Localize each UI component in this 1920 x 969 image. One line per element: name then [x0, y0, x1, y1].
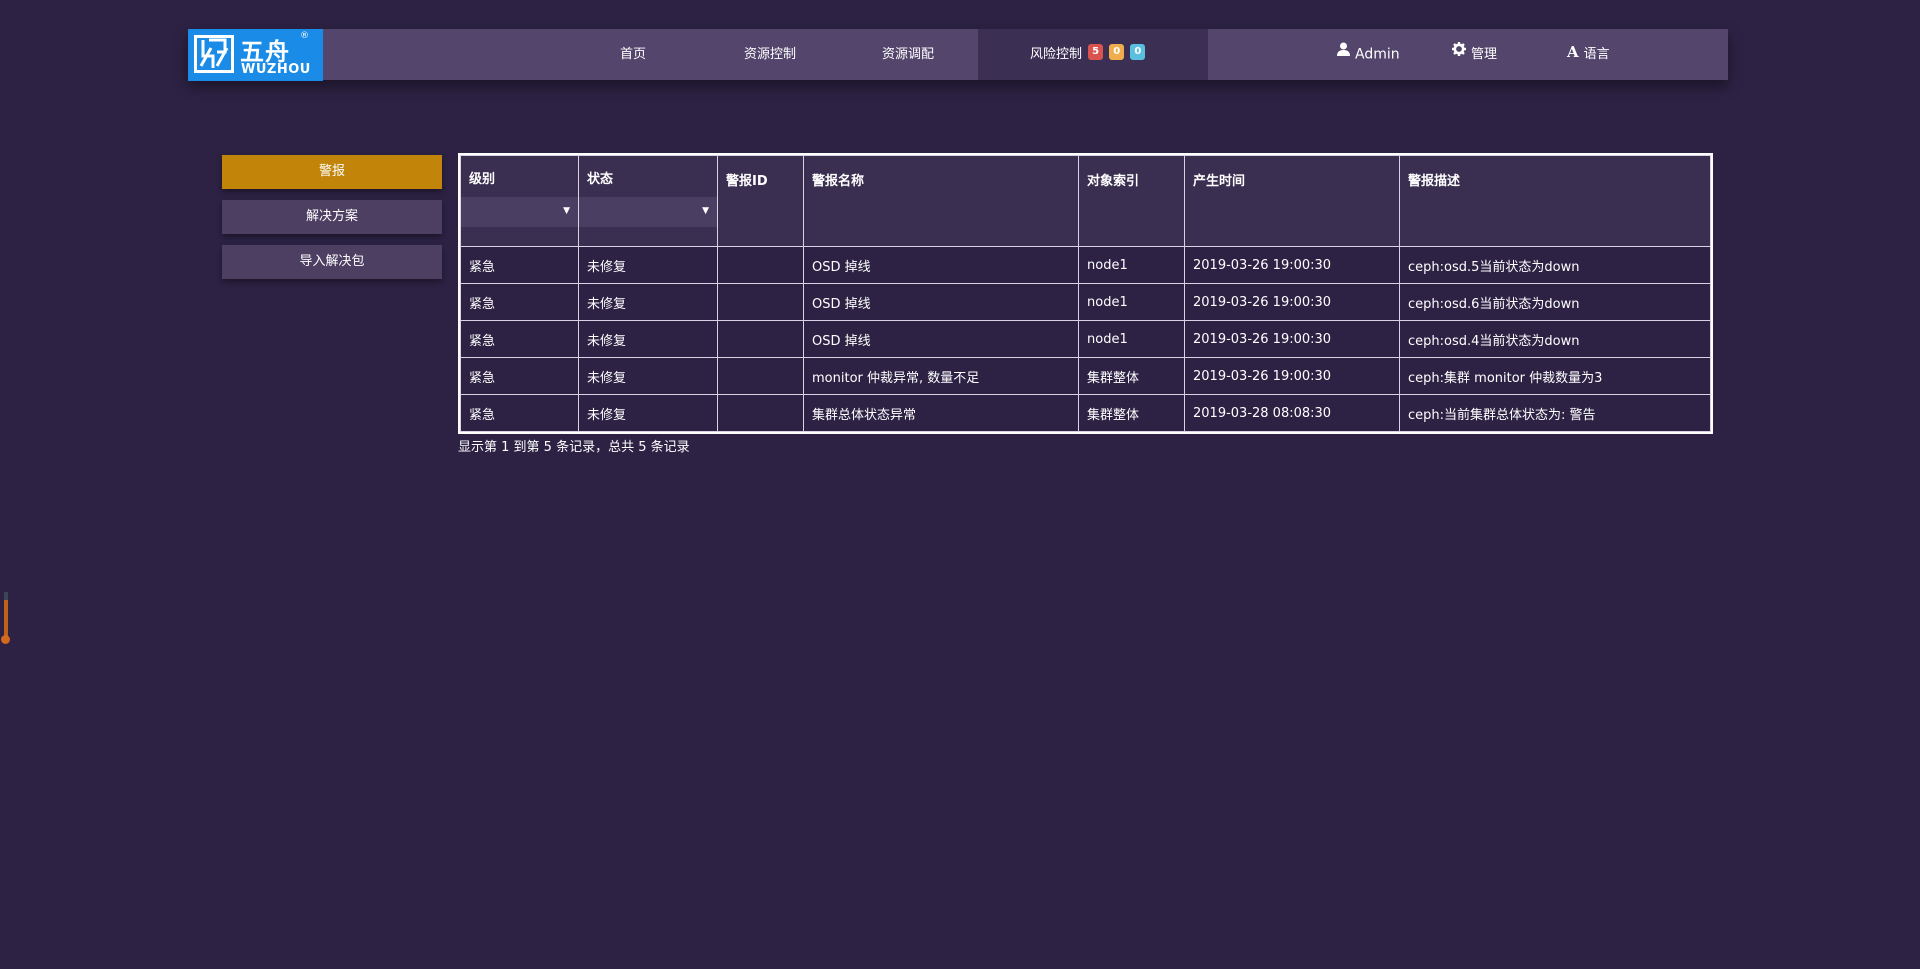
column-header-alarm-description[interactable]: 警报描述 [1399, 155, 1711, 247]
cell-level: 紧急 [460, 283, 579, 321]
column-header-status: 状态 ▼ [578, 155, 718, 247]
cell-alarm-id [717, 283, 804, 321]
alarm-count-badge-info: 0 [1130, 43, 1146, 60]
cell-alarm-name: 集群总体状态异常 [803, 394, 1079, 432]
slider-fill [4, 600, 8, 640]
cell-alarm-id [717, 320, 804, 358]
sidebar-item-solutions[interactable]: 解决方案 [222, 200, 442, 234]
nav-user-admin[interactable]: Admin [1337, 29, 1400, 80]
status-filter-select[interactable]: ▼ [579, 197, 717, 227]
dropdown-arrow-icon: ▼ [702, 206, 709, 216]
cell-status: 未修复 [578, 320, 718, 358]
cell-created-time: 2019-03-26 19:00:30 [1184, 320, 1400, 358]
nav-risk-control-label: 风险控制 [1030, 47, 1083, 62]
slider-knob[interactable] [1, 635, 10, 644]
nav-resource-schedule[interactable]: 资源调配 [882, 29, 934, 80]
column-header-alarm-id[interactable]: 警报ID [717, 155, 804, 247]
cell-object-index: 集群整体 [1078, 394, 1185, 432]
cell-object-index: node1 [1078, 283, 1185, 321]
cell-level: 紧急 [460, 320, 579, 358]
cell-object-index: 集群整体 [1078, 357, 1185, 395]
cell-created-time: 2019-03-26 19:00:30 [1184, 357, 1400, 395]
cell-created-time: 2019-03-28 08:08:30 [1184, 394, 1400, 432]
cell-object-index: node1 [1078, 320, 1185, 358]
alarm-count-badge-critical: 5 [1088, 43, 1104, 60]
column-header-level-label: 级别 [469, 172, 496, 187]
cell-status: 未修复 [578, 246, 718, 284]
logo-registered-mark: ® [300, 31, 309, 41]
gear-icon [1452, 27, 1466, 78]
column-header-alarm-name[interactable]: 警报名称 [803, 155, 1079, 247]
sidebar-item-alarms[interactable]: 警报 [222, 155, 442, 189]
cell-alarm-description: ceph:当前集群总体状态为: 警告 [1399, 394, 1711, 432]
cell-alarm-id [717, 246, 804, 284]
nav-manage[interactable]: 管理 [1452, 29, 1497, 80]
user-name: Admin [1355, 46, 1400, 63]
column-header-created-time[interactable]: 产生时间 [1184, 155, 1400, 247]
cell-alarm-name: monitor 仲裁异常, 数量不足 [803, 357, 1079, 395]
column-header-level: 级别 ▼ [460, 155, 579, 247]
table-row[interactable]: 紧急 未修复 集群总体状态异常 集群整体 2019-03-28 08:08:30… [460, 394, 1711, 432]
table-row[interactable]: 紧急 未修复 OSD 掉线 node1 2019-03-26 19:00:30 … [460, 320, 1711, 358]
nav-language-label: 语言 [1583, 47, 1610, 62]
cell-status: 未修复 [578, 394, 718, 432]
column-header-object-index[interactable]: 对象索引 [1078, 155, 1185, 247]
alarm-table: 级别 ▼ 状态 ▼ 警报ID 警报名称 对象索引 产生时间 警报描述 紧急 未修… [458, 153, 1713, 434]
nav-home[interactable]: 首页 [620, 29, 646, 80]
table-row[interactable]: 紧急 未修复 OSD 掉线 node1 2019-03-26 19:00:30 … [460, 283, 1711, 321]
cell-level: 紧急 [460, 394, 579, 432]
top-navbar: 五舟 ® WUZHOU 首页 资源控制 资源调配 风险控制 5 0 0 Admi… [188, 29, 1728, 81]
cell-alarm-description: ceph:集群 monitor 仲裁数量为3 [1399, 357, 1711, 395]
nav-risk-control[interactable]: 风险控制 5 0 0 [1030, 29, 1146, 80]
cell-created-time: 2019-03-26 19:00:30 [1184, 283, 1400, 321]
table-row[interactable]: 紧急 未修复 monitor 仲裁异常, 数量不足 集群整体 2019-03-2… [460, 357, 1711, 395]
column-header-status-label: 状态 [587, 172, 614, 187]
logo-mark-icon [194, 35, 234, 73]
cell-alarm-id [717, 357, 804, 395]
cell-status: 未修复 [578, 357, 718, 395]
nav-language[interactable]: A 语言 [1567, 29, 1610, 80]
level-filter-select[interactable]: ▼ [461, 197, 578, 227]
pagination-info: 显示第 1 到第 5 条记录，总共 5 条记录 [458, 440, 690, 455]
cell-alarm-name: OSD 掉线 [803, 283, 1079, 321]
table-header-row: 级别 ▼ 状态 ▼ 警报ID 警报名称 对象索引 产生时间 警报描述 [460, 155, 1711, 247]
cell-status: 未修复 [578, 283, 718, 321]
logo-text-en: WUZHOU [241, 62, 311, 77]
cell-object-index: node1 [1078, 246, 1185, 284]
cell-alarm-name: OSD 掉线 [803, 320, 1079, 358]
cell-alarm-name: OSD 掉线 [803, 246, 1079, 284]
cell-alarm-description: ceph:osd.6当前状态为down [1399, 283, 1711, 321]
cell-level: 紧急 [460, 357, 579, 395]
alarm-count-badge-warning: 0 [1109, 43, 1125, 60]
cell-level: 紧急 [460, 246, 579, 284]
cell-created-time: 2019-03-26 19:00:30 [1184, 246, 1400, 284]
edge-slider-handle[interactable] [1, 592, 10, 644]
font-language-icon: A [1567, 43, 1579, 61]
cell-alarm-id [717, 394, 804, 432]
nav-risk-control-tab[interactable]: 风险控制 5 0 0 [978, 29, 1208, 80]
nav-manage-label: 管理 [1471, 47, 1498, 62]
cell-alarm-description: ceph:osd.4当前状态为down [1399, 320, 1711, 358]
sidebar-item-import-package[interactable]: 导入解决包 [222, 245, 442, 279]
user-icon [1337, 27, 1350, 78]
dropdown-arrow-icon: ▼ [563, 206, 570, 216]
table-row[interactable]: 紧急 未修复 OSD 掉线 node1 2019-03-26 19:00:30 … [460, 246, 1711, 284]
wuzhou-logo[interactable]: 五舟 ® WUZHOU [188, 29, 323, 81]
nav-resource-control[interactable]: 资源控制 [744, 29, 796, 80]
cell-alarm-description: ceph:osd.5当前状态为down [1399, 246, 1711, 284]
